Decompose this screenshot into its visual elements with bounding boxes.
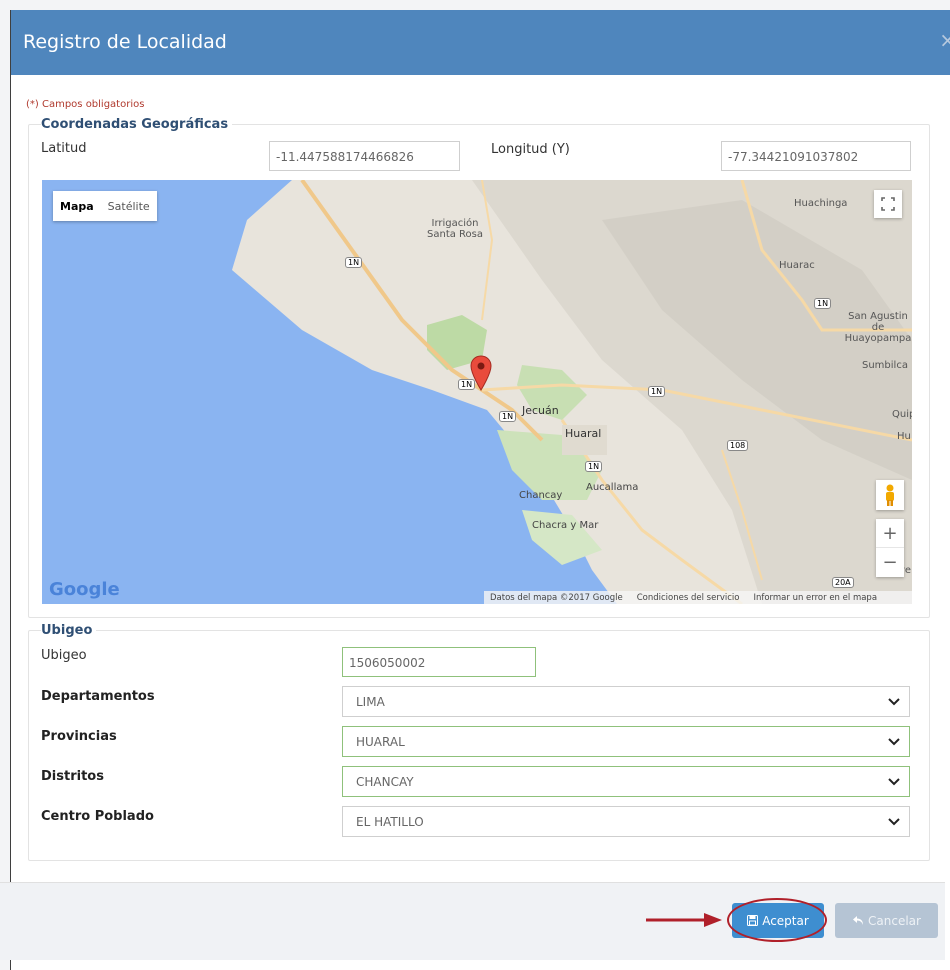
place-label: Quip — [892, 409, 912, 420]
centro-poblado-select[interactable]: EL HATILLO — [342, 806, 910, 837]
annotation-arrow-icon — [646, 913, 722, 927]
fullscreen-button[interactable] — [874, 190, 902, 218]
map-canvas — [42, 180, 912, 604]
place-label: Chancay — [519, 490, 563, 501]
chevron-down-icon — [888, 698, 900, 706]
place-label: Aucallama — [586, 482, 639, 493]
place-label: Huachinga — [794, 198, 848, 209]
centro-poblado-value: EL HATILLO — [356, 815, 424, 829]
fullscreen-icon — [881, 197, 895, 211]
chevron-down-icon — [888, 778, 900, 786]
provincias-select[interactable]: HUARAL — [342, 726, 910, 757]
distritos-label: Distritos — [41, 769, 104, 784]
place-label: Huarac — [779, 260, 815, 271]
annotation-highlight-ring — [727, 898, 827, 942]
report-error-link[interactable]: Informar un error en el mapa — [753, 593, 877, 603]
ubigeo-legend: Ubigeo — [41, 623, 97, 638]
route-shield: 1N — [345, 257, 363, 268]
place-label: Chacra y Mar — [532, 520, 599, 531]
departamentos-value: LIMA — [356, 695, 385, 709]
zoom-out-button[interactable]: − — [876, 548, 904, 577]
distritos-value: CHANCAY — [356, 775, 414, 789]
route-shield: 20A — [832, 577, 854, 588]
place-label: Hu — [897, 431, 911, 442]
location-marker-icon[interactable] — [470, 355, 492, 391]
place-label: San Agustin de Huayopampa — [844, 311, 912, 344]
map-type-control: Mapa Satélite — [53, 191, 157, 221]
undo-icon — [853, 916, 864, 925]
provincias-value: HUARAL — [356, 735, 405, 749]
google-logo: Google — [49, 579, 120, 600]
dialog-title: Registro de Localidad — [23, 31, 227, 53]
map-type-map-button[interactable]: Mapa — [53, 200, 101, 213]
route-shield: 108 — [727, 440, 749, 451]
terms-link[interactable]: Condiciones del servicio — [637, 593, 740, 603]
departamentos-select[interactable]: LIMA — [342, 686, 910, 717]
dialog-header: Registro de Localidad × — [11, 10, 950, 75]
close-icon[interactable]: × — [939, 28, 950, 52]
centro-poblado-label: Centro Poblado — [41, 809, 154, 824]
map-attribution: Datos del mapa ©2017 Google Condiciones … — [484, 591, 912, 604]
zoom-in-button[interactable]: + — [876, 519, 904, 548]
coordinates-legend: Coordenadas Geográficas — [41, 117, 233, 132]
route-shield: 1N — [499, 411, 517, 422]
latitude-input[interactable]: -11.447588174466826 — [269, 141, 460, 171]
pegman-icon — [886, 484, 894, 506]
place-label: Huaral — [565, 427, 602, 440]
cancel-button[interactable]: Cancelar — [835, 903, 938, 938]
required-fields-note: (*) Campos obligatorios — [26, 99, 145, 110]
departamentos-label: Departamentos — [41, 689, 155, 704]
ubigeo-label: Ubigeo — [41, 648, 87, 663]
route-shield: 1N — [585, 461, 603, 472]
longitude-label: Longitud (Y) — [491, 142, 570, 157]
map-type-satellite-button[interactable]: Satélite — [101, 200, 157, 213]
cancel-label: Cancelar — [868, 913, 921, 928]
location-map[interactable]: Irrigación Santa Rosa Huachinga Huarac S… — [42, 180, 912, 604]
place-label: Sumbilca — [862, 360, 908, 371]
chevron-down-icon — [888, 738, 900, 746]
place-label: Irrigación Santa Rosa — [427, 218, 483, 240]
ubigeo-input[interactable]: 1506050002 — [342, 647, 536, 677]
distritos-select[interactable]: CHANCAY — [342, 766, 910, 797]
longitude-input[interactable]: -77.34421091037802 — [721, 141, 911, 171]
latitude-label: Latitud — [41, 141, 87, 156]
map-data-attribution: Datos del mapa ©2017 Google — [490, 592, 623, 603]
zoom-control: + − — [876, 519, 904, 577]
place-label: Jecuán — [522, 404, 559, 417]
provincias-label: Provincias — [41, 729, 117, 744]
route-shield: 1N — [648, 386, 666, 397]
route-shield: 1N — [814, 298, 832, 309]
chevron-down-icon — [888, 818, 900, 826]
street-view-button[interactable] — [876, 480, 904, 510]
